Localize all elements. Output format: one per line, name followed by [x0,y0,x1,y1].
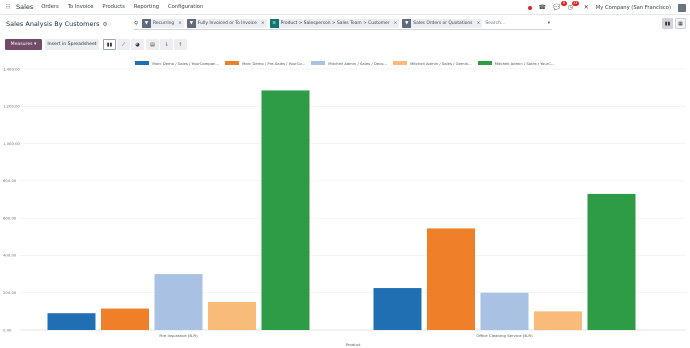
y-tick-label: 600.00 [3,215,17,220]
x-tick-label: Office Cleaning Service (B-R) [476,333,533,338]
page-title: Sales Analysis By Customers [6,20,100,28]
search-icon[interactable]: ⚲ [134,21,138,27]
y-tick-label: 1,200.00 [3,104,20,109]
insert-label: Insert in Spreadsheet [47,42,97,47]
facet-remove-icon[interactable]: × [259,21,267,26]
filter-icon: ▼ [186,19,196,28]
y-tick-label: 400.00 [3,253,17,258]
bar[interactable] [208,302,256,330]
x-axis-title: Product [346,342,361,347]
activity-clock-icon[interactable]: ◷ 33 [568,1,579,11]
filter-icon: ▼ [142,19,152,28]
y-tick-label: 200.00 [3,290,17,295]
facet-remove-icon[interactable]: × [392,21,400,26]
stacked-icon[interactable]: ▤ [146,39,159,50]
pivot-view-icon[interactable]: ▦ [675,18,686,29]
y-tick-label: 1,400.00 [3,66,20,71]
debug-tools-icon[interactable]: ✕ [584,4,589,11]
facet-label: Fully Invoiced or To Invoice [197,21,257,26]
search-options-caret-icon[interactable]: ▾ [548,21,550,26]
graph-view-icon[interactable]: ▮▮ [662,18,673,29]
menu-item-orders[interactable]: Orders [41,4,58,10]
facet-invoice-status: ▼ Fully Invoiced or To Invoice × [186,19,267,28]
chart-type-group: ▮▮ ⟋ ◕ [103,39,144,50]
sort-descending-icon[interactable]: ⇂ [160,39,173,50]
bar[interactable] [587,193,636,330]
sort-ascending-icon[interactable]: ↿ [174,39,187,50]
gear-icon[interactable]: ⚙ [103,22,108,28]
measures-button[interactable]: Measures ▾ [5,39,42,50]
search-bar[interactable]: ⚲ ▼ Recurring × ▼ Fully Invoiced or To I… [134,18,552,30]
bar-chart: 0.00 200.00 400.00 600.00 800.00 1,000.00 1,20… [3,66,686,347]
pie-chart-icon[interactable]: ◕ [131,39,144,50]
insert-in-spreadsheet-button[interactable]: Insert in Spreadsheet [45,39,99,50]
y-tick-label: 0.00 [3,327,12,332]
y-tick-label: 1,000.00 [3,141,20,146]
control-panel: Sales Analysis By Customers ⚙ ⚲ ▼ Recurri… [0,15,690,35]
bar[interactable] [427,228,475,330]
bar[interactable] [373,288,422,330]
measures-label: Measures [10,42,33,47]
x-tick-label: Fire Insurance (B-R) [159,333,198,338]
y-tick-label: 800.00 [3,178,17,183]
activity-badge: 33 [571,1,579,6]
navbar-systray: ☎ 💬 6 ◷ 33 ✕ My Company (San Francisco) [527,0,686,15]
facet-label: Product > Salesperson > Sales Team > Cus… [280,21,390,26]
chart-options-group: ▤ ⇂ ↿ [146,39,187,50]
facet-recurring: ▼ Recurring × [142,19,184,28]
facet-label: Sales Orders or Quotations [413,21,473,26]
bar[interactable] [480,292,529,330]
group-by-icon: ≡ [269,19,279,28]
search-input[interactable]: Search... [485,21,548,26]
top-navbar: ⁝⁝ Sales Orders To Invoice Products Repo… [0,0,690,15]
app-brand[interactable]: Sales [16,3,33,11]
menu-item-products[interactable]: Products [102,4,124,10]
facet-label: Recurring [153,21,175,26]
graph-toolbar: Measures ▾ Insert in Spreadsheet ▮▮ ⟋ ◕ … [0,38,690,52]
bar[interactable] [101,308,149,330]
apps-menu-icon[interactable]: ⁝⁝ [2,3,14,11]
facet-remove-icon[interactable]: × [474,21,482,26]
recording-indicator-icon[interactable] [527,5,532,10]
bar[interactable] [261,90,310,330]
bar[interactable] [47,313,96,330]
phone-icon[interactable]: ☎ [539,4,546,11]
chat-icon[interactable]: 💬 6 [553,1,567,11]
view-switcher: ▮▮ ▦ [662,18,686,29]
facet-remove-icon[interactable]: × [176,21,184,26]
chat-badge: 6 [561,1,567,6]
bar[interactable] [534,311,582,330]
menu-item-configuration[interactable]: Configuration [168,4,203,10]
menu-item-reporting[interactable]: Reporting [134,4,159,10]
page-title-wrap: Sales Analysis By Customers ⚙ [6,20,107,28]
bar-chart-icon[interactable]: ▮▮ [103,39,116,50]
bar[interactable] [154,274,203,330]
facet-order-type: ▼ Sales Orders or Quotations × [402,19,483,28]
line-chart-icon[interactable]: ⟋ [117,39,130,50]
filter-icon: ▼ [402,19,412,28]
facet-groupby: ≡ Product > Salesperson > Sales Team > C… [269,19,400,28]
menu-item-to-invoice[interactable]: To Invoice [68,4,94,10]
user-avatar[interactable] [678,3,686,12]
company-switcher[interactable]: My Company (San Francisco) [596,5,671,11]
